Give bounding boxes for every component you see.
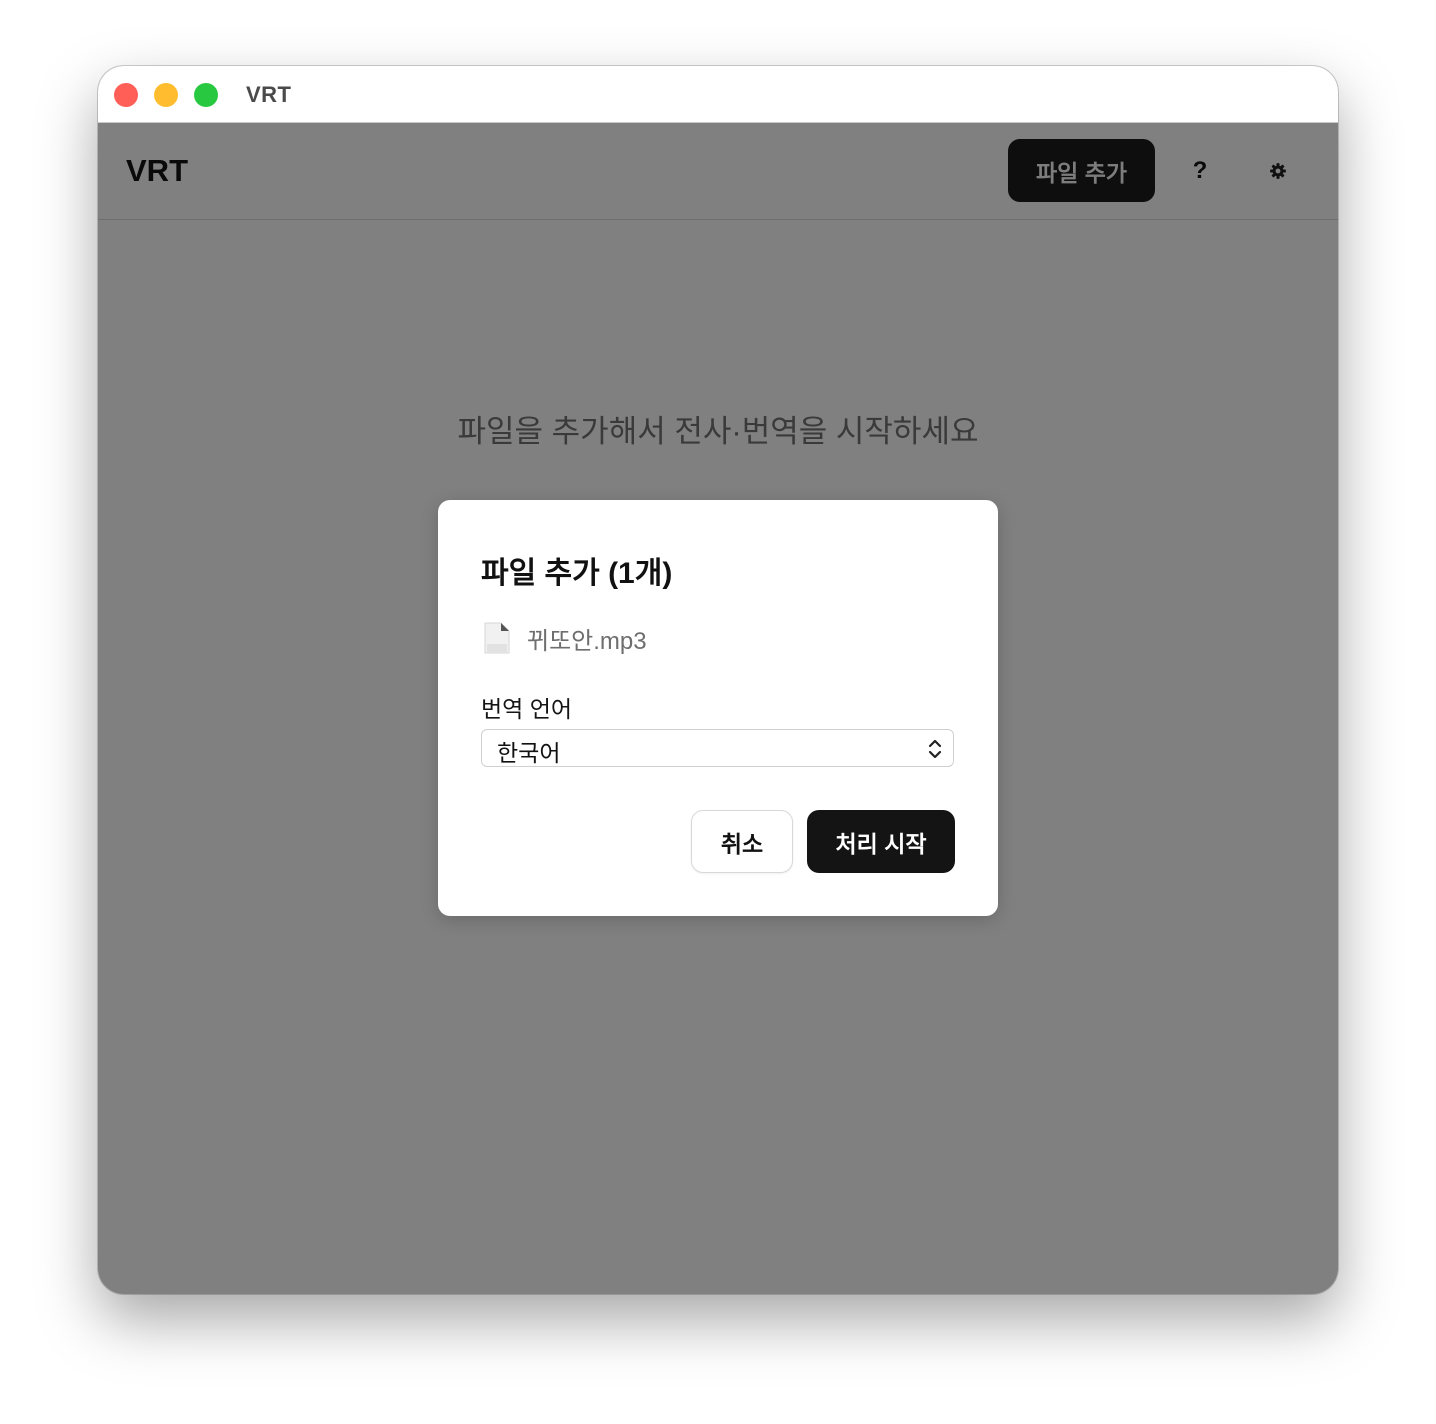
language-select[interactable]: 한국어 bbox=[481, 729, 954, 767]
title-bar[interactable]: VRT bbox=[98, 66, 1338, 123]
minimize-window-button[interactable] bbox=[154, 83, 178, 107]
app-window: VRT VRT 파일 추가 ? 파일을 추가해서 전사·번역을 시작하세요 파일… bbox=[98, 66, 1338, 1294]
add-file-button[interactable]: 파일 추가 bbox=[1008, 139, 1155, 202]
file-list-item: 뀌또안.mp3 bbox=[483, 620, 647, 656]
gear-icon bbox=[1270, 163, 1286, 179]
maximize-window-button[interactable] bbox=[194, 83, 218, 107]
dialog-title: 파일 추가 (1개) bbox=[481, 557, 673, 590]
language-select-value: 한국어 bbox=[497, 740, 561, 766]
app-header: VRT 파일 추가 ? bbox=[98, 123, 1338, 220]
add-file-dialog: 파일 추가 (1개) 뀌또안.mp3 번역 언어 한국어 취소 처리 시작 bbox=[438, 500, 998, 916]
file-name: 뀌또안.mp3 bbox=[527, 627, 647, 655]
settings-button[interactable] bbox=[1258, 153, 1298, 189]
app-logo: VRT bbox=[126, 153, 188, 188]
document-icon bbox=[484, 622, 510, 654]
start-processing-button[interactable]: 처리 시작 bbox=[807, 810, 955, 873]
close-window-button[interactable] bbox=[114, 83, 138, 107]
help-button[interactable]: ? bbox=[1180, 153, 1220, 189]
language-label: 번역 언어 bbox=[481, 696, 573, 722]
cancel-button[interactable]: 취소 bbox=[691, 810, 793, 873]
empty-state-message: 파일을 추가해서 전사·번역을 시작하세요 bbox=[457, 414, 979, 449]
chevron-up-down-icon bbox=[928, 739, 942, 759]
window-title: VRT bbox=[246, 82, 292, 107]
